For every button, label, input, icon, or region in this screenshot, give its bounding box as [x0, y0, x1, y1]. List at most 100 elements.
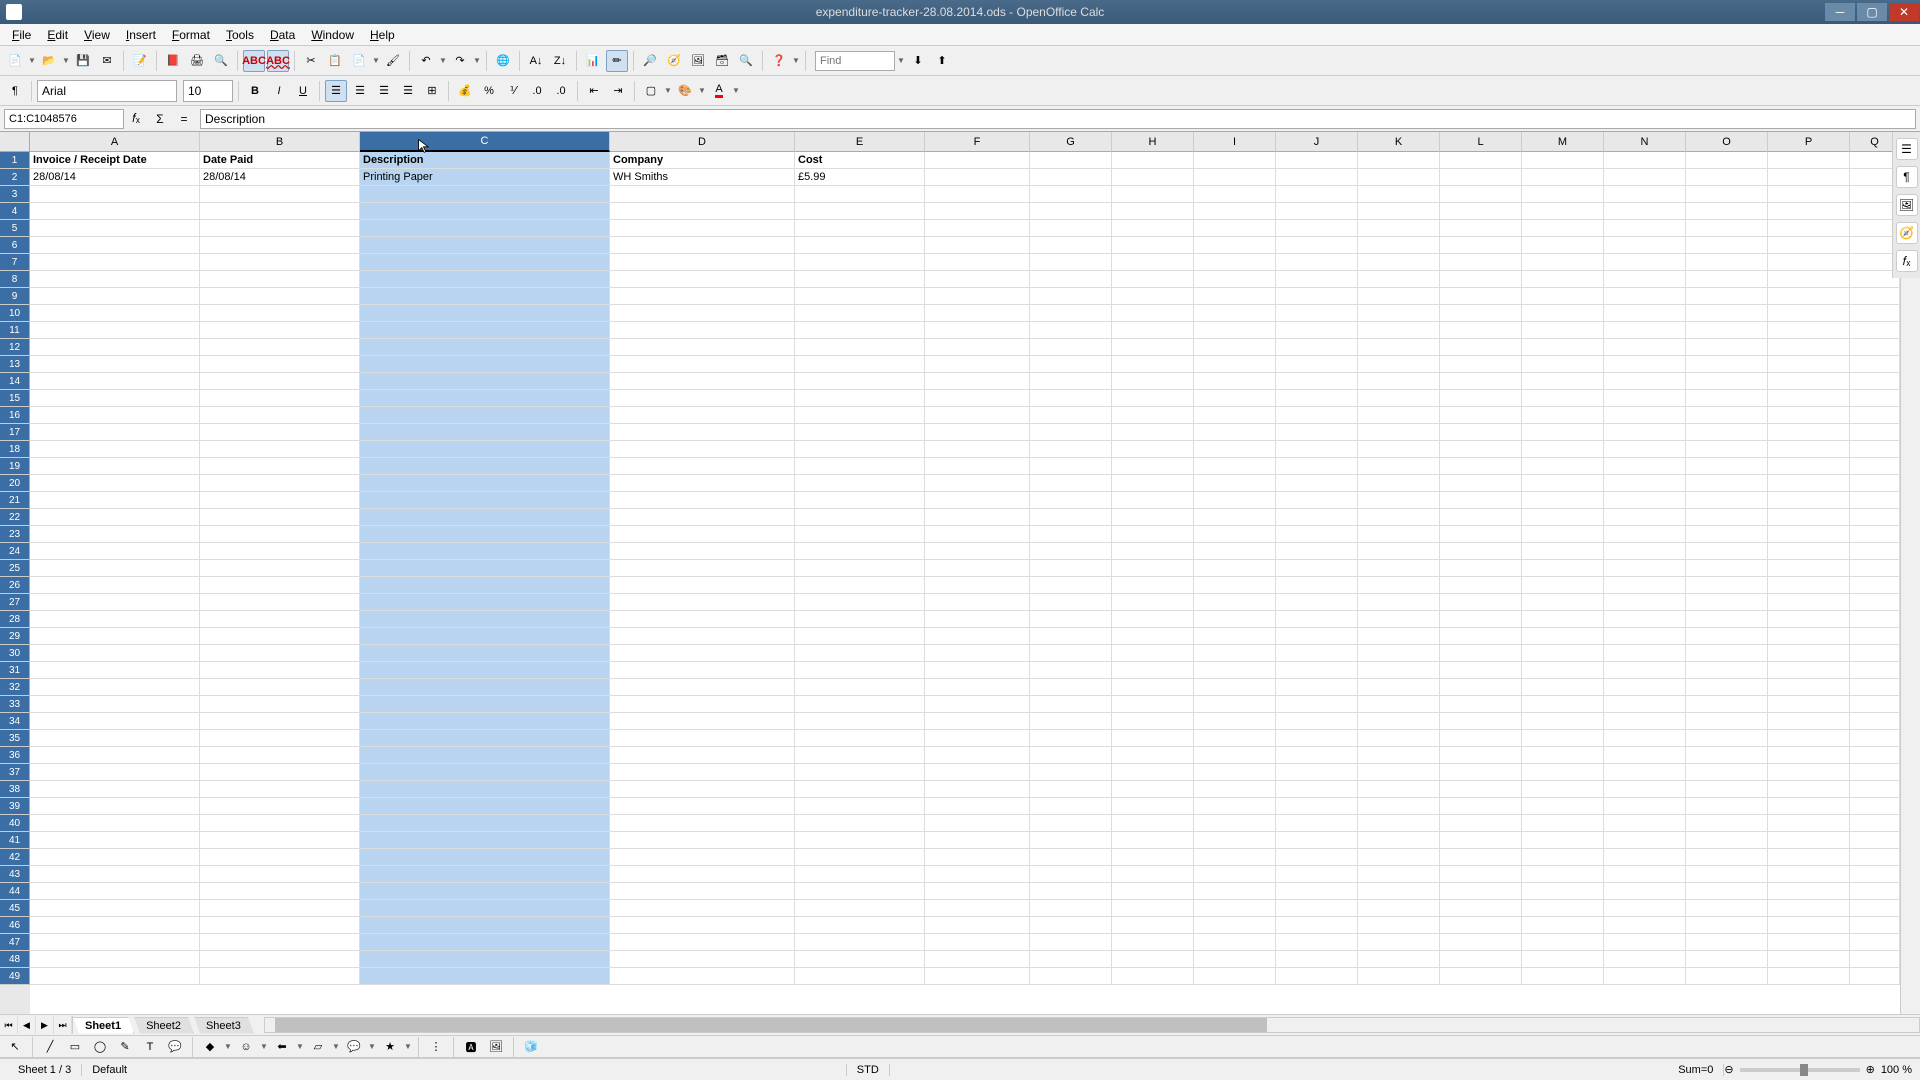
row-header-5[interactable]: 5: [0, 220, 30, 237]
cell-I27[interactable]: [1194, 594, 1276, 611]
cell-B30[interactable]: [200, 645, 360, 662]
row-header-26[interactable]: 26: [0, 577, 30, 594]
cell-J40[interactable]: [1276, 815, 1358, 832]
row-header-46[interactable]: 46: [0, 917, 30, 934]
cell-L44[interactable]: [1440, 883, 1522, 900]
cell-O21[interactable]: [1686, 492, 1768, 509]
cell-N39[interactable]: [1604, 798, 1686, 815]
cell-K39[interactable]: [1358, 798, 1440, 815]
cell-A40[interactable]: [30, 815, 200, 832]
cell-O20[interactable]: [1686, 475, 1768, 492]
cell-D27[interactable]: [610, 594, 795, 611]
cell-J18[interactable]: [1276, 441, 1358, 458]
cell-D17[interactable]: [610, 424, 795, 441]
cell-M4[interactable]: [1522, 203, 1604, 220]
cell-J5[interactable]: [1276, 220, 1358, 237]
cell-K11[interactable]: [1358, 322, 1440, 339]
cell-Q45[interactable]: [1850, 900, 1900, 917]
cell-P38[interactable]: [1768, 781, 1850, 798]
row-header-43[interactable]: 43: [0, 866, 30, 883]
cell-H46[interactable]: [1112, 917, 1194, 934]
cell-O34[interactable]: [1686, 713, 1768, 730]
menu-data[interactable]: Data: [262, 26, 303, 44]
cell-J44[interactable]: [1276, 883, 1358, 900]
cell-K21[interactable]: [1358, 492, 1440, 509]
cell-I42[interactable]: [1194, 849, 1276, 866]
cell-E33[interactable]: [795, 696, 925, 713]
cell-O46[interactable]: [1686, 917, 1768, 934]
cell-C31[interactable]: [360, 662, 610, 679]
cell-G14[interactable]: [1030, 373, 1112, 390]
cell-P35[interactable]: [1768, 730, 1850, 747]
cell-J7[interactable]: [1276, 254, 1358, 271]
cell-P12[interactable]: [1768, 339, 1850, 356]
cell-G2[interactable]: [1030, 169, 1112, 186]
cell-C29[interactable]: [360, 628, 610, 645]
cell-N7[interactable]: [1604, 254, 1686, 271]
cell-M38[interactable]: [1522, 781, 1604, 798]
gallery-button[interactable]: 🖼: [687, 50, 709, 72]
cell-J8[interactable]: [1276, 271, 1358, 288]
cell-B10[interactable]: [200, 305, 360, 322]
column-header-M[interactable]: M: [1522, 132, 1604, 152]
cell-A18[interactable]: [30, 441, 200, 458]
cell-G27[interactable]: [1030, 594, 1112, 611]
cell-C41[interactable]: [360, 832, 610, 849]
align-justify-button[interactable]: ☰: [397, 80, 419, 102]
cell-O42[interactable]: [1686, 849, 1768, 866]
cell-E48[interactable]: [795, 951, 925, 968]
cell-F22[interactable]: [925, 509, 1030, 526]
row-header-4[interactable]: 4: [0, 203, 30, 220]
cell-H12[interactable]: [1112, 339, 1194, 356]
cell-N49[interactable]: [1604, 968, 1686, 985]
cell-P21[interactable]: [1768, 492, 1850, 509]
cell-Q49[interactable]: [1850, 968, 1900, 985]
cell-L29[interactable]: [1440, 628, 1522, 645]
cell-H41[interactable]: [1112, 832, 1194, 849]
cell-M36[interactable]: [1522, 747, 1604, 764]
cell-L26[interactable]: [1440, 577, 1522, 594]
cell-M42[interactable]: [1522, 849, 1604, 866]
cell-O19[interactable]: [1686, 458, 1768, 475]
cell-O25[interactable]: [1686, 560, 1768, 577]
cell-Q16[interactable]: [1850, 407, 1900, 424]
cell-B31[interactable]: [200, 662, 360, 679]
cell-F26[interactable]: [925, 577, 1030, 594]
paste-button[interactable]: 📄: [348, 50, 370, 72]
cell-A20[interactable]: [30, 475, 200, 492]
cell-L39[interactable]: [1440, 798, 1522, 815]
cell-M25[interactable]: [1522, 560, 1604, 577]
cell-G35[interactable]: [1030, 730, 1112, 747]
cell-D18[interactable]: [610, 441, 795, 458]
cell-O48[interactable]: [1686, 951, 1768, 968]
save-button[interactable]: 💾: [72, 50, 94, 72]
cell-L7[interactable]: [1440, 254, 1522, 271]
cell-L34[interactable]: [1440, 713, 1522, 730]
cell-C43[interactable]: [360, 866, 610, 883]
cell-J49[interactable]: [1276, 968, 1358, 985]
cell-A37[interactable]: [30, 764, 200, 781]
cell-A39[interactable]: [30, 798, 200, 815]
cell-F44[interactable]: [925, 883, 1030, 900]
cell-I17[interactable]: [1194, 424, 1276, 441]
cell-F37[interactable]: [925, 764, 1030, 781]
cell-B46[interactable]: [200, 917, 360, 934]
cell-D26[interactable]: [610, 577, 795, 594]
cell-M12[interactable]: [1522, 339, 1604, 356]
cell-H22[interactable]: [1112, 509, 1194, 526]
cell-A34[interactable]: [30, 713, 200, 730]
cell-A33[interactable]: [30, 696, 200, 713]
cell-J46[interactable]: [1276, 917, 1358, 934]
cell-A21[interactable]: [30, 492, 200, 509]
cell-F9[interactable]: [925, 288, 1030, 305]
cell-M48[interactable]: [1522, 951, 1604, 968]
cell-P32[interactable]: [1768, 679, 1850, 696]
cell-A10[interactable]: [30, 305, 200, 322]
select-all-corner[interactable]: [0, 132, 30, 152]
row-header-12[interactable]: 12: [0, 339, 30, 356]
cell-P1[interactable]: [1768, 152, 1850, 169]
cell-J41[interactable]: [1276, 832, 1358, 849]
column-header-P[interactable]: P: [1768, 132, 1850, 152]
cell-F21[interactable]: [925, 492, 1030, 509]
cell-L37[interactable]: [1440, 764, 1522, 781]
